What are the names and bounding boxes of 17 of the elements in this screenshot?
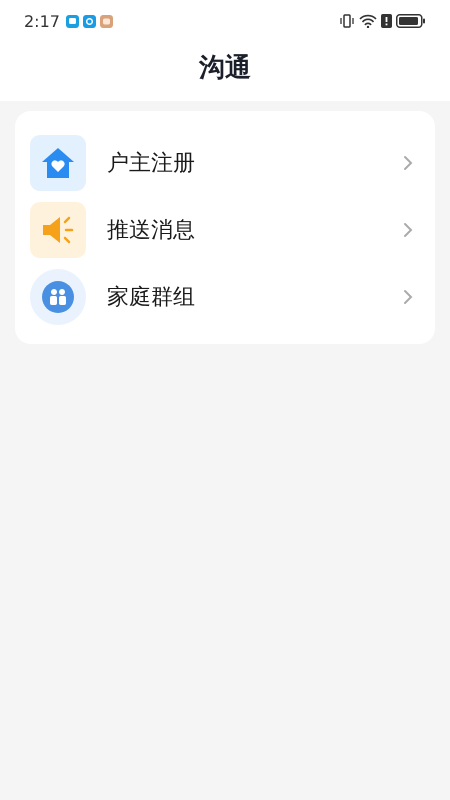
menu-item[interactable]: 户主注册 xyxy=(107,148,403,178)
chevron-icon[interactable] xyxy=(403,154,413,170)
status-time: 2:17 xyxy=(24,12,60,30)
chevron-icon[interactable] xyxy=(403,222,413,238)
wifi-icon xyxy=(359,14,377,28)
speaker-icon xyxy=(30,202,86,258)
page-title: 沟通 xyxy=(198,52,252,85)
vibrate-icon xyxy=(339,14,355,28)
menu-item[interactable]: 家庭群组 xyxy=(107,282,403,312)
sim-alert-icon xyxy=(381,14,392,28)
chat-icon xyxy=(100,14,113,28)
battery-icon xyxy=(396,14,426,28)
chevron-icon[interactable] xyxy=(403,288,413,304)
menu-item[interactable]: 推送消息 xyxy=(107,214,403,244)
message-icon xyxy=(66,14,79,28)
search-icon xyxy=(82,14,96,28)
house-icon xyxy=(30,134,86,190)
